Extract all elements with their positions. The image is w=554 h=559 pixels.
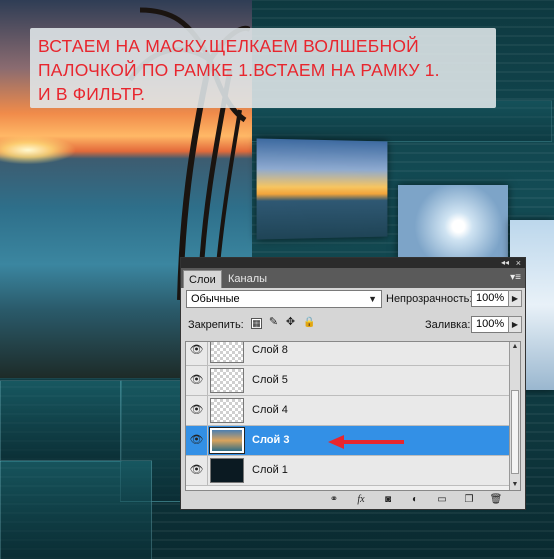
scroll-down-icon[interactable]: ▼ — [510, 480, 520, 490]
layer-thumbnail — [209, 427, 245, 454]
framed-photo — [256, 138, 388, 240]
trash-icon[interactable]: 🗑 — [489, 493, 503, 506]
layer-name: Слой 5 — [252, 374, 288, 386]
blend-mode-value: Обычные — [191, 293, 240, 305]
layer-name: Слой 4 — [252, 404, 288, 416]
layer-name: Слой 1 — [252, 464, 288, 476]
layer-row[interactable]: 👁 Слой 1 — [186, 456, 510, 486]
lock-transparency-icon[interactable]: ▦ — [251, 318, 262, 329]
lock-label: Закрепить: — [188, 319, 244, 331]
link-icon[interactable]: ⚭ — [327, 493, 341, 506]
tab-layers[interactable]: Слои — [183, 270, 222, 288]
lock-move-icon[interactable]: ✥ — [285, 317, 296, 329]
blend-mode-select[interactable]: Обычные ▼ — [186, 290, 382, 308]
mask-icon[interactable]: ◙ — [381, 493, 395, 506]
chevron-down-icon: ▼ — [368, 294, 377, 304]
panel-menu-icon[interactable]: ▾≡ — [510, 272, 521, 283]
collapse-icon[interactable]: ◂◂ — [501, 258, 509, 268]
instruction-line: ВСТАЕМ НА МАСКУ.ЩЕЛКАЕМ ВОЛШЕБНОЙ — [38, 36, 419, 56]
panel-tab-bar: Слои Каналы ▾≡ — [181, 268, 525, 288]
layer-row[interactable]: 👁 Слой 5 — [186, 366, 510, 396]
fill-label: Заливка: — [425, 319, 471, 331]
visibility-eye-icon[interactable]: 👁 — [186, 396, 208, 425]
scrollbar-thumb[interactable] — [511, 390, 519, 474]
visibility-eye-icon[interactable]: 👁 — [186, 342, 208, 365]
layers-panel: ◂◂ × Слои Каналы ▾≡ Обычные ▼ Непрозрачн… — [180, 257, 526, 510]
fx-icon[interactable]: fx — [354, 493, 368, 506]
layers-list: 👁 Слой 8 👁 Слой 5 👁 Слой 4 👁 Слой 3 👁 Сл… — [185, 341, 521, 491]
lock-paint-icon[interactable]: ✎ — [268, 317, 279, 329]
layer-row[interactable]: 👁 Слой 8 — [186, 342, 510, 366]
layers-scrollbar[interactable]: ▲ ▼ — [509, 342, 520, 490]
visibility-eye-icon[interactable]: 👁 — [186, 456, 208, 485]
new-layer-icon[interactable]: ❐ — [462, 493, 476, 506]
instruction-line: ПАЛОЧКОЙ ПО РАМКЕ 1.ВСТАЕМ НА РАМКУ 1. — [38, 60, 440, 80]
layer-thumbnail — [210, 368, 244, 393]
panel-title-bar[interactable]: ◂◂ × — [181, 258, 525, 268]
background-tile — [0, 460, 152, 559]
instruction-line: И В ФИЛЬТР. — [38, 84, 146, 104]
fill-arrow-button[interactable]: ▶ — [508, 316, 522, 333]
fill-field[interactable]: 100% — [471, 316, 509, 333]
scroll-up-icon[interactable]: ▲ — [510, 342, 520, 352]
opacity-arrow-button[interactable]: ▶ — [508, 290, 522, 307]
background-tile — [0, 380, 122, 462]
visibility-eye-icon[interactable]: 👁 — [186, 426, 208, 455]
framed-photo — [398, 185, 508, 260]
close-icon[interactable]: × — [516, 258, 521, 268]
tab-channels[interactable]: Каналы — [223, 270, 272, 288]
adjustment-icon[interactable]: ◐ — [408, 493, 422, 506]
layer-thumbnail — [210, 398, 244, 423]
layer-name: Слой 3 — [252, 434, 290, 446]
visibility-eye-icon[interactable]: 👁 — [186, 366, 208, 395]
lock-all-icon[interactable]: 🔒 — [303, 318, 315, 329]
group-icon[interactable]: ▭ — [435, 493, 449, 506]
instruction-note: ВСТАЕМ НА МАСКУ.ЩЕЛКАЕМ ВОЛШЕБНОЙ ПАЛОЧК… — [30, 28, 496, 108]
layer-thumbnail — [210, 342, 244, 363]
panel-bottom-toolbar: ⚭ fx ◙ ◐ ▭ ❐ 🗑 — [181, 491, 525, 509]
red-arrow-pointer — [328, 435, 404, 449]
opacity-label: Непрозрачность: — [386, 293, 473, 305]
layer-thumbnail — [210, 458, 244, 483]
opacity-field[interactable]: 100% — [471, 290, 509, 307]
layer-row[interactable]: 👁 Слой 4 — [186, 396, 510, 426]
layer-name: Слой 8 — [252, 344, 288, 356]
